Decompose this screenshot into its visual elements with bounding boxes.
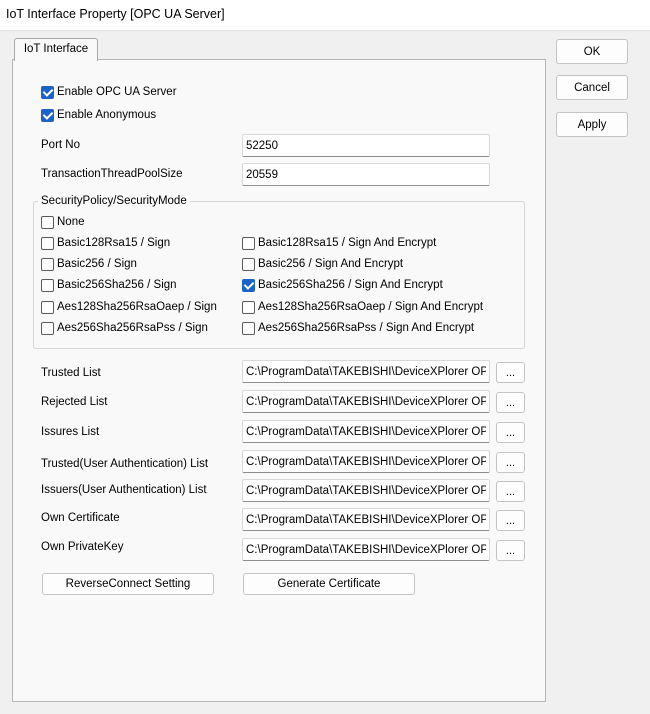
own-privatekey-label: Own PrivateKey [41,541,124,553]
security-none-label: None [57,216,85,228]
security-option-checkbox[interactable] [242,322,255,335]
security-option-checkbox[interactable] [242,237,255,250]
security-option-label: Basic256Sha256 / Sign And Encrypt [258,279,443,291]
security-option-label: Basic256 / Sign And Encrypt [258,258,404,270]
trusted-user-auth-path-input[interactable] [242,450,490,473]
title-bar: IoT Interface Property [OPC UA Server] [0,0,650,31]
issures-list-path-input[interactable] [242,420,490,443]
trusted-list-path-input[interactable] [242,360,490,383]
security-option-label: Aes256Sha256RsaPss / Sign And Encrypt [258,322,475,334]
enable-anonymous-label: Enable Anonymous [57,109,157,121]
issuers-user-auth-browse-button[interactable]: ... [496,481,525,502]
security-option-label: Basic256 / Sign [57,258,137,270]
security-group-title: SecurityPolicy/SecurityMode [38,195,190,207]
issuers-user-auth-list-label: Issuers(User Authentication) List [41,484,207,496]
rejected-list-path-input[interactable] [242,390,490,413]
security-option-checkbox[interactable] [41,322,54,335]
ok-button[interactable]: OK [556,39,628,64]
tab-label: IoT Interface [23,43,89,55]
reverse-connect-setting-button[interactable]: ReverseConnect Setting [42,573,214,595]
enable-server-checkbox[interactable] [41,86,54,99]
own-certificate-browse-button[interactable]: ... [496,510,525,531]
cancel-button[interactable]: Cancel [556,75,628,100]
own-certificate-path-input[interactable] [242,508,490,531]
issuers-user-auth-path-input[interactable] [242,479,490,502]
enable-server-label: Enable OPC UA Server [57,86,177,98]
trusted-user-auth-list-label: Trusted(User Authentication) List [41,458,209,470]
trusted-user-auth-browse-button[interactable]: ... [496,452,525,473]
window-title: IoT Interface Property [OPC UA Server] [6,7,225,21]
enable-anonymous-checkbox[interactable] [41,109,54,122]
security-option-label: Aes128Sha256RsaOaep / Sign And Encrypt [258,301,484,313]
generate-certificate-button[interactable]: Generate Certificate [243,573,415,595]
security-option-checkbox[interactable] [41,258,54,271]
security-option-checkbox[interactable] [41,301,54,314]
trusted-list-browse-button[interactable]: ... [496,362,525,383]
apply-button[interactable]: Apply [556,112,628,137]
port-input[interactable] [242,134,490,157]
thread-pool-input[interactable] [242,163,490,186]
security-option-checkbox[interactable] [242,301,255,314]
security-option-label: Aes256Sha256RsaPss / Sign [57,322,208,334]
security-option-label: Basic256Sha256 / Sign [57,279,177,291]
own-privatekey-browse-button[interactable]: ... [496,540,525,561]
issures-list-label: Issures List [41,426,100,438]
issures-list-browse-button[interactable]: ... [496,422,525,443]
security-option-checkbox[interactable] [41,279,54,292]
rejected-list-label: Rejected List [41,396,108,408]
trusted-list-label: Trusted List [41,367,101,379]
security-option-label: Basic128Rsa15 / Sign And Encrypt [258,237,437,249]
port-label: Port No [41,139,80,151]
security-none-checkbox[interactable] [41,216,54,229]
security-option-checkbox[interactable] [242,258,255,271]
security-option-checkbox[interactable] [41,237,54,250]
security-option-label: Aes128Sha256RsaOaep / Sign [57,301,217,313]
security-option-checkbox[interactable] [242,279,255,292]
thread-pool-label: TransactionThreadPoolSize [41,168,183,180]
security-option-label: Basic128Rsa15 / Sign [57,237,171,249]
rejected-list-browse-button[interactable]: ... [496,392,525,413]
tab-iot-interface[interactable]: IoT Interface [14,38,98,61]
own-certificate-label: Own Certificate [41,512,120,524]
own-privatekey-path-input[interactable] [242,538,490,561]
